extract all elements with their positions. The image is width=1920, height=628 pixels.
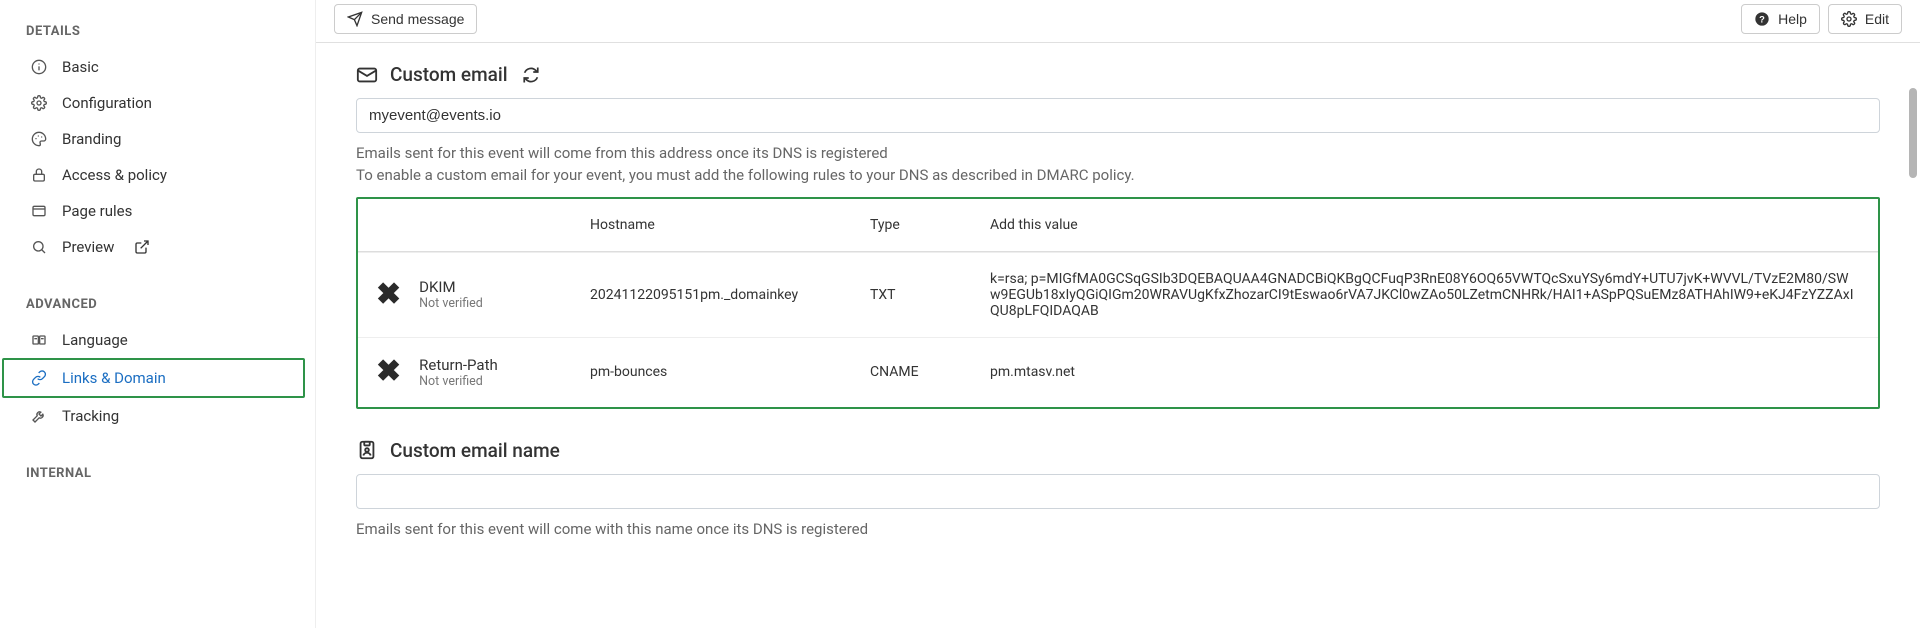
sidebar-item-label: Access & policy (62, 166, 167, 184)
col-type: Type (858, 199, 978, 251)
envelope-icon (356, 64, 378, 86)
col-value: Add this value (978, 199, 1878, 251)
window-icon (30, 202, 48, 220)
button-label: Send message (371, 11, 464, 27)
helper-line: Emails sent for this event will come wit… (356, 519, 1880, 541)
send-message-button[interactable]: Send message (334, 4, 477, 34)
dns-record-name: Return-Path (419, 356, 498, 374)
dns-record-status: Not verified (419, 296, 483, 311)
custom-email-name-input[interactable] (356, 474, 1880, 509)
dns-hostname: pm-bounces (578, 346, 858, 398)
custom-email-name-heading: Custom email name (356, 425, 1880, 474)
content-scroll-area[interactable]: Custom email Emails sent for this event … (316, 43, 1920, 628)
refresh-icon[interactable] (522, 66, 540, 84)
topbar: Send message ? Help Edit (316, 0, 1920, 43)
helper-line: To enable a custom email for your event,… (356, 165, 1880, 187)
link-icon (30, 369, 48, 387)
sidebar-item-access-policy[interactable]: Access & policy (20, 157, 295, 193)
sidebar-item-page-rules[interactable]: Page rules (20, 193, 295, 229)
sidebar: DETAILS Basic Configuration Branding Acc… (0, 0, 315, 628)
status-not-verified-icon: ✖ (376, 357, 401, 387)
search-icon (30, 238, 48, 256)
sidebar-section-advanced: ADVANCED (20, 283, 295, 322)
status-cell: ✖ Return-Path Not verified (358, 338, 578, 407)
status-cell: ✖ DKIM Not verified (358, 260, 578, 329)
dns-hostname: 20241122095151pm._domainkey (578, 269, 858, 321)
dns-type: CNAME (858, 346, 978, 398)
sidebar-item-label: Tracking (62, 407, 119, 425)
sidebar-item-preview[interactable]: Preview (20, 229, 295, 265)
sidebar-item-language[interactable]: Language (20, 322, 295, 358)
sidebar-item-links-domain[interactable]: Links & Domain (2, 358, 305, 398)
sidebar-section-internal: INTERNAL (20, 452, 295, 491)
custom-email-name-helper: Emails sent for this event will come wit… (356, 509, 1880, 545)
sidebar-item-label: Preview (62, 238, 114, 256)
tools-icon (30, 407, 48, 425)
id-badge-icon (356, 439, 378, 461)
scrollbar-thumb[interactable] (1909, 88, 1917, 178)
help-icon: ? (1754, 11, 1770, 27)
help-button[interactable]: ? Help (1741, 4, 1820, 34)
sidebar-item-label: Page rules (62, 202, 132, 220)
button-label: Help (1778, 11, 1807, 27)
dns-type: TXT (858, 269, 978, 321)
gear-icon (30, 94, 48, 112)
paper-plane-icon (347, 11, 363, 27)
dns-row-dkim: ✖ DKIM Not verified 20241122095151pm._do… (358, 252, 1878, 337)
svg-text:?: ? (1759, 14, 1765, 24)
language-icon (30, 331, 48, 349)
sidebar-section-details: DETAILS (20, 10, 295, 49)
sidebar-item-configuration[interactable]: Configuration (20, 85, 295, 121)
dns-value: k=rsa; p=MIGfMA0GCSqGSIb3DQEBAQUAA4GNADC… (978, 253, 1878, 337)
col-hostname: Hostname (578, 199, 858, 251)
sidebar-item-branding[interactable]: Branding (20, 121, 295, 157)
sidebar-item-label: Configuration (62, 94, 152, 112)
palette-icon (30, 130, 48, 148)
dns-record-name: DKIM (419, 278, 483, 296)
edit-button[interactable]: Edit (1828, 4, 1902, 34)
sidebar-item-tracking[interactable]: Tracking (20, 398, 295, 434)
main-pane: Send message ? Help Edit Custom email (315, 0, 1920, 628)
custom-email-helper: Emails sent for this event will come fro… (356, 133, 1880, 191)
status-not-verified-icon: ✖ (376, 280, 401, 310)
sidebar-item-label: Basic (62, 58, 99, 76)
button-label: Edit (1865, 11, 1889, 27)
sidebar-item-basic[interactable]: Basic (20, 49, 295, 85)
dns-row-return-path: ✖ Return-Path Not verified pm-bounces CN… (358, 337, 1878, 407)
custom-email-heading: Custom email (356, 49, 1880, 98)
helper-line: Emails sent for this event will come fro… (356, 143, 1880, 165)
dns-record-status: Not verified (419, 374, 498, 389)
external-link-icon (134, 239, 150, 255)
lock-icon (30, 166, 48, 184)
dns-table: Hostname Type Add this value ✖ DKIM Not … (356, 197, 1880, 409)
heading-text: Custom email (390, 63, 508, 86)
custom-email-input[interactable] (356, 98, 1880, 133)
dns-value: pm.mtasv.net (978, 346, 1878, 398)
sidebar-item-label: Links & Domain (62, 369, 166, 387)
sidebar-item-label: Language (62, 331, 128, 349)
heading-text: Custom email name (390, 439, 560, 462)
dns-table-header: Hostname Type Add this value (358, 199, 1878, 252)
sidebar-item-label: Branding (62, 130, 121, 148)
info-icon (30, 58, 48, 76)
gear-icon (1841, 11, 1857, 27)
